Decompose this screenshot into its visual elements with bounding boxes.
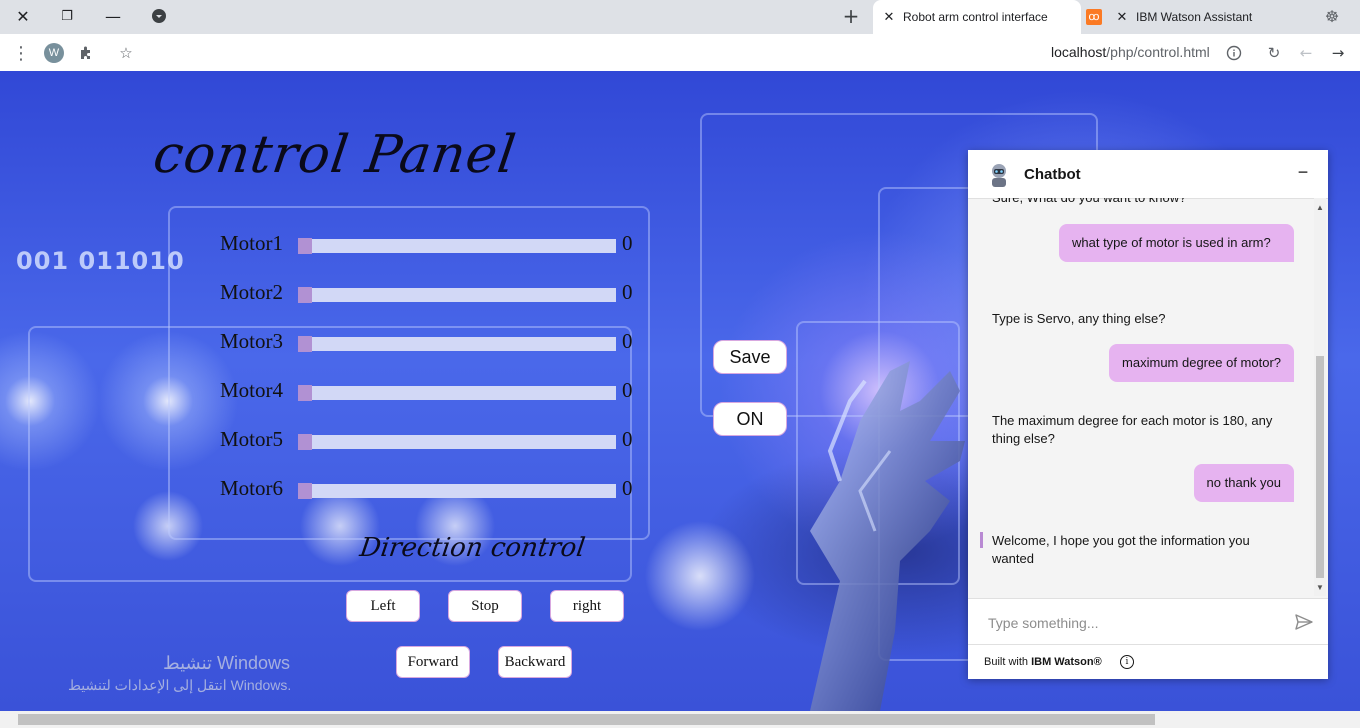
stop-button[interactable]: Stop: [448, 590, 522, 622]
browser-tab-strip: ✕ ❐ — + ✕ Robot arm control interface ꝏ …: [0, 0, 1360, 34]
chatbot-widget: Chatbot − Sure, What do you want to know…: [968, 150, 1328, 679]
tab-watson[interactable]: ꝏ ✕ IBM Watson Assistant: [1084, 0, 1284, 34]
motor-label: Motor4: [220, 378, 283, 402]
robot-hand-image: [810, 361, 965, 711]
motor-label: Motor6: [220, 476, 283, 500]
motor1-slider[interactable]: [298, 238, 616, 254]
latest-message-indicator: [980, 532, 983, 548]
motor2-slider[interactable]: [298, 287, 616, 303]
send-icon[interactable]: [1294, 612, 1314, 632]
page-title: control Panel: [149, 125, 520, 185]
forward-button[interactable]: Forward: [396, 646, 470, 678]
scroll-thumb[interactable]: [18, 714, 1155, 725]
extensions-puzzle-icon[interactable]: [75, 42, 97, 64]
tab-title: Robot arm control interface: [903, 10, 1048, 24]
activation-watermark-text: انتقل إلى الإعدادات لتنشيط Windows.: [68, 677, 292, 693]
bot-message: The maximum degree for each motor is 180…: [992, 413, 1273, 446]
scroll-down-icon[interactable]: ▼: [1316, 584, 1324, 592]
bot-message: Type is Servo, any thing else?: [992, 311, 1166, 326]
minimize-icon[interactable]: −: [1294, 163, 1312, 182]
motor-label: Motor3: [220, 329, 283, 353]
motor-row: Motor3 0: [220, 329, 640, 357]
bot-message: Welcome, I hope you got the information …: [992, 533, 1250, 566]
backward-button[interactable]: Backward: [498, 646, 572, 678]
slider-thumb[interactable]: [298, 238, 312, 254]
footer-text: Built with IBM Watson®: [984, 656, 1102, 668]
motor-value: 0: [622, 476, 633, 500]
motor-row: Motor6 0: [220, 476, 640, 504]
address-bar: ⋮ W ☆ localhost/php/control.html ↻ ← →: [0, 34, 1360, 72]
motor-row: Motor5 0: [220, 427, 640, 455]
scroll-thumb[interactable]: [1316, 356, 1324, 578]
close-tab-icon[interactable]: ✕: [881, 9, 897, 25]
slider-thumb[interactable]: [298, 287, 312, 303]
scroll-up-icon[interactable]: ▲: [1316, 204, 1324, 212]
profile-avatar[interactable]: W: [43, 42, 65, 64]
chat-messages[interactable]: Sure, What do you want to know? what typ…: [968, 198, 1312, 598]
binary-decoration: 001 011010: [16, 247, 185, 275]
reload-icon[interactable]: ↻: [1263, 42, 1285, 64]
minimize-window-icon[interactable]: —: [90, 0, 136, 32]
user-message: no thank you: [1193, 464, 1294, 502]
site-info-icon[interactable]: [1223, 42, 1245, 64]
close-tab-icon[interactable]: ✕: [1114, 9, 1130, 25]
chat-input-area: [968, 598, 1328, 645]
motor-value: 0: [622, 231, 633, 255]
chat-header: Chatbot −: [968, 150, 1328, 199]
motor-row: Motor4 0: [220, 378, 640, 406]
motor6-slider[interactable]: [298, 483, 616, 499]
save-button[interactable]: Save: [713, 340, 787, 374]
activation-watermark-title: تنشيط Windows: [163, 653, 291, 673]
slider-thumb[interactable]: [298, 385, 312, 401]
restore-window-icon[interactable]: ❐: [44, 0, 90, 32]
chat-message-input[interactable]: [986, 612, 1280, 634]
motor-row: Motor2 0: [220, 280, 640, 308]
back-arrow-icon[interactable]: ←: [1295, 42, 1317, 64]
tab-title: IBM Watson Assistant: [1136, 10, 1253, 24]
xampp-icon: ꝏ: [1086, 9, 1102, 25]
forward-arrow-icon[interactable]: →: [1327, 42, 1349, 64]
menu-dots-icon[interactable]: ⋮: [10, 42, 32, 64]
chat-title: Chatbot: [1024, 166, 1081, 183]
slider-thumb[interactable]: [298, 483, 312, 499]
extension-bug-icon[interactable]: ☸: [1322, 7, 1342, 27]
on-button[interactable]: ON: [713, 402, 787, 436]
motor-label: Motor5: [220, 427, 283, 451]
bookmark-star-icon[interactable]: ☆: [115, 42, 137, 64]
motor-value: 0: [622, 378, 633, 402]
motor5-slider[interactable]: [298, 434, 616, 450]
chat-footer: Built with IBM Watson® i: [968, 644, 1328, 679]
motor-row: Motor1 0: [220, 231, 640, 259]
tab-search-icon[interactable]: [136, 0, 182, 32]
motor3-slider[interactable]: [298, 336, 616, 352]
user-message: what type of motor is used in arm?: [1059, 224, 1294, 262]
slider-thumb[interactable]: [298, 336, 312, 352]
motor-value: 0: [622, 329, 633, 353]
watson-brand: IBM Watson®: [1031, 656, 1102, 668]
bot-message: Sure, What do you want to know?: [992, 198, 1186, 207]
user-message: maximum degree of motor?: [1109, 344, 1294, 382]
tab-robot-arm[interactable]: ✕ Robot arm control interface: [873, 0, 1081, 34]
avatar: W: [44, 43, 64, 63]
left-button[interactable]: Left: [346, 590, 420, 622]
motor-value: 0: [622, 280, 633, 304]
new-tab-button[interactable]: +: [840, 6, 862, 28]
motor-value: 0: [622, 427, 633, 451]
url-text[interactable]: localhost/php/control.html: [1051, 44, 1210, 60]
page-horizontal-scrollbar[interactable]: [0, 711, 1360, 728]
chat-scrollbar[interactable]: ▲ ▼: [1314, 198, 1326, 596]
motor-label: Motor1: [220, 231, 283, 255]
motor-label: Motor2: [220, 280, 283, 304]
direction-control-title: Direction control: [357, 533, 587, 563]
motor4-slider[interactable]: [298, 385, 616, 401]
info-icon[interactable]: i: [1120, 655, 1134, 669]
right-button[interactable]: right: [550, 590, 624, 622]
close-window-icon[interactable]: ✕: [0, 0, 46, 32]
robot-avatar-icon: [992, 164, 1006, 187]
slider-thumb[interactable]: [298, 434, 312, 450]
